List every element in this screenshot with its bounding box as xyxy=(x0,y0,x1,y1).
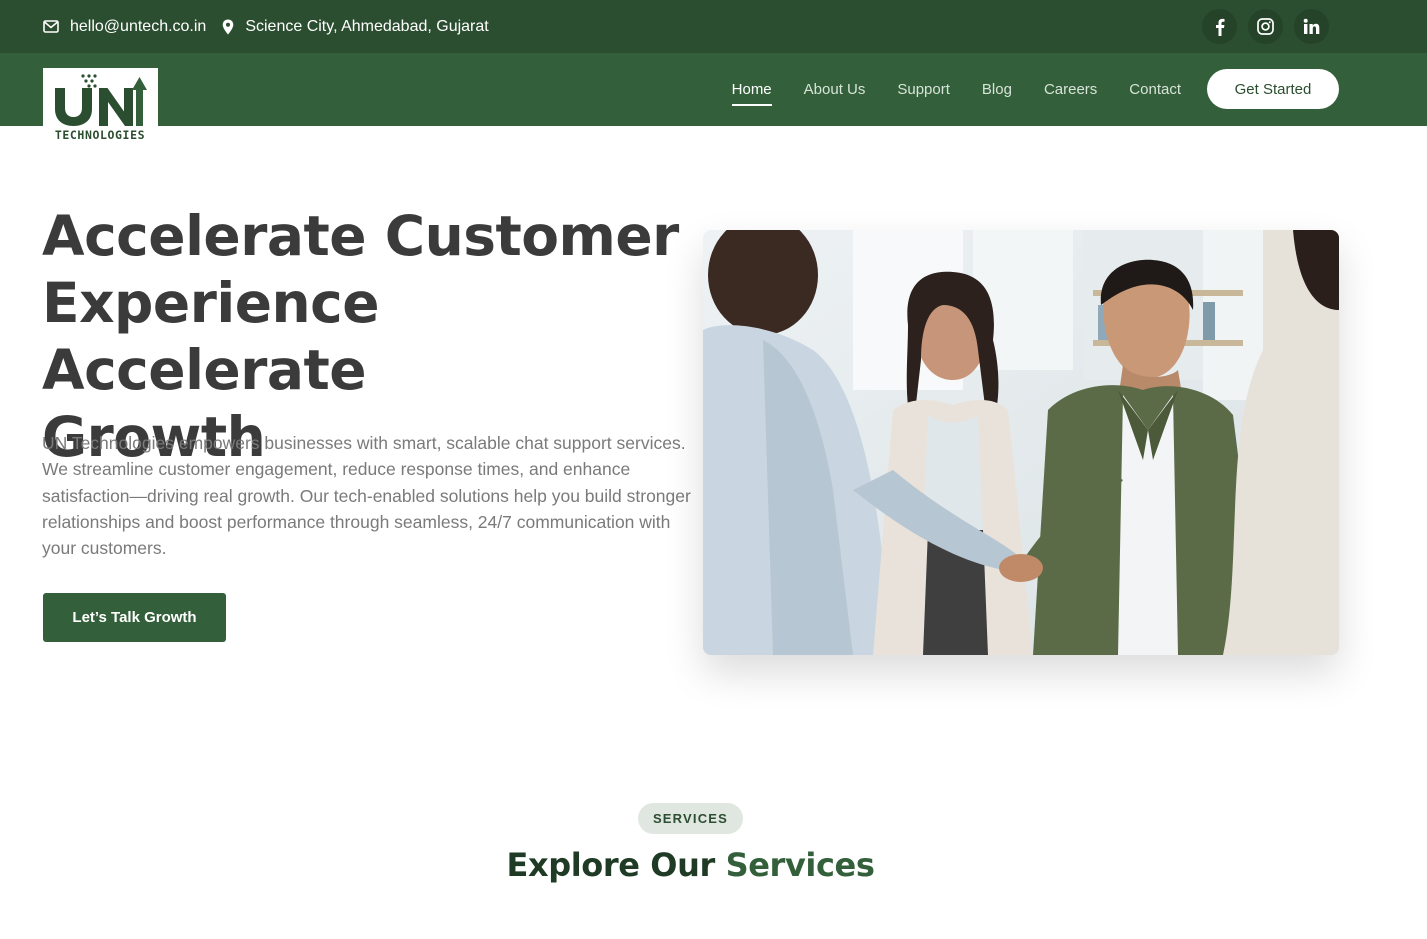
logo-subtitle: TECHNOLOGIES xyxy=(55,128,145,142)
instagram-icon[interactable] xyxy=(1248,9,1283,44)
hero-description: UN Technologies empowers businesses with… xyxy=(42,433,691,559)
location-contact: Science City, Ahmedabad, Gujarat xyxy=(222,17,489,36)
section-title-accent: Services xyxy=(725,846,875,884)
map-pin-icon xyxy=(222,19,234,35)
hero-title-line: Experience Accelerate xyxy=(42,271,380,402)
svg-text:TECHNOLOGIES: TECHNOLOGIES xyxy=(55,128,145,142)
services-badge: SERVICES xyxy=(638,803,743,834)
email-contact[interactable]: hello@untech.co.in xyxy=(43,18,206,36)
linkedin-icon[interactable] xyxy=(1294,9,1329,44)
location-text: Science City, Ahmedabad, Gujarat xyxy=(245,17,489,35)
hero-handshake-image xyxy=(703,230,1339,655)
nav-about-us[interactable]: About Us xyxy=(804,75,866,104)
un-technologies-logo: TECHNOLOGIES xyxy=(55,74,147,142)
contact-info: hello@untech.co.in Science City, Ahmedab… xyxy=(43,0,489,53)
brand-logo[interactable]: TECHNOLOGIES xyxy=(43,68,158,142)
primary-nav: Home About Us Support Blog Careers Conta… xyxy=(731,53,1181,126)
nav-blog[interactable]: Blog xyxy=(982,75,1012,104)
hero-title-line: Accelerate Customer xyxy=(42,204,679,268)
email-text[interactable]: hello@untech.co.in xyxy=(70,18,206,36)
section-title-prefix: Explore Our xyxy=(506,846,716,884)
nav-contact[interactable]: Contact xyxy=(1129,75,1181,104)
nav-support[interactable]: Support xyxy=(897,75,950,104)
nav-home[interactable]: Home xyxy=(731,75,772,106)
handshake-illustration xyxy=(703,230,1339,655)
social-links xyxy=(1202,9,1329,44)
nav-careers[interactable]: Careers xyxy=(1044,75,1097,104)
facebook-icon[interactable] xyxy=(1202,9,1237,44)
get-started-button[interactable]: Get Started xyxy=(1207,69,1339,109)
lets-talk-growth-button[interactable]: Let’s Talk Growth xyxy=(43,593,226,642)
top-info-bar: hello@untech.co.in Science City, Ahmedab… xyxy=(0,0,1427,53)
envelope-icon xyxy=(43,20,59,33)
section-title: Explore Our Services xyxy=(0,846,1381,884)
